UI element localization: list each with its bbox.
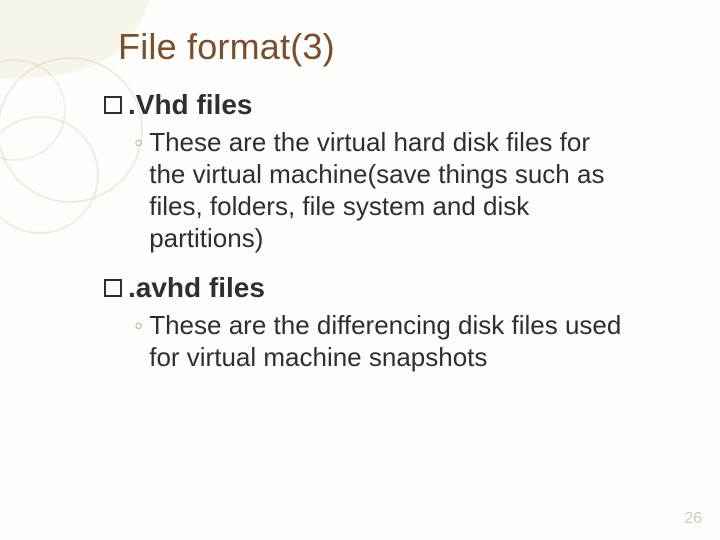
item-heading-avhd: .avhd files: [104, 272, 680, 304]
slide: File format(3) .Vhd files ◦ These are th…: [0, 0, 720, 374]
slide-title: File format(3): [118, 26, 680, 67]
square-bullet-icon: [104, 279, 122, 297]
item-sub-text: These are the virtual hard disk files fo…: [149, 127, 632, 254]
page-number: 26: [684, 510, 702, 528]
square-bullet-icon: [104, 96, 122, 114]
ring-bullet-icon: ◦: [134, 127, 143, 254]
item-sub-text: These are the differencing disk files us…: [149, 310, 632, 373]
item-heading-text: .avhd files: [128, 272, 265, 304]
item-heading-vhd: .Vhd files: [104, 89, 680, 121]
item-sub-avhd: ◦ These are the differencing disk files …: [134, 310, 680, 373]
item-heading-text: .Vhd files: [128, 89, 252, 121]
ring-bullet-icon: ◦: [134, 310, 143, 373]
item-sub-vhd: ◦ These are the virtual hard disk files …: [134, 127, 680, 254]
